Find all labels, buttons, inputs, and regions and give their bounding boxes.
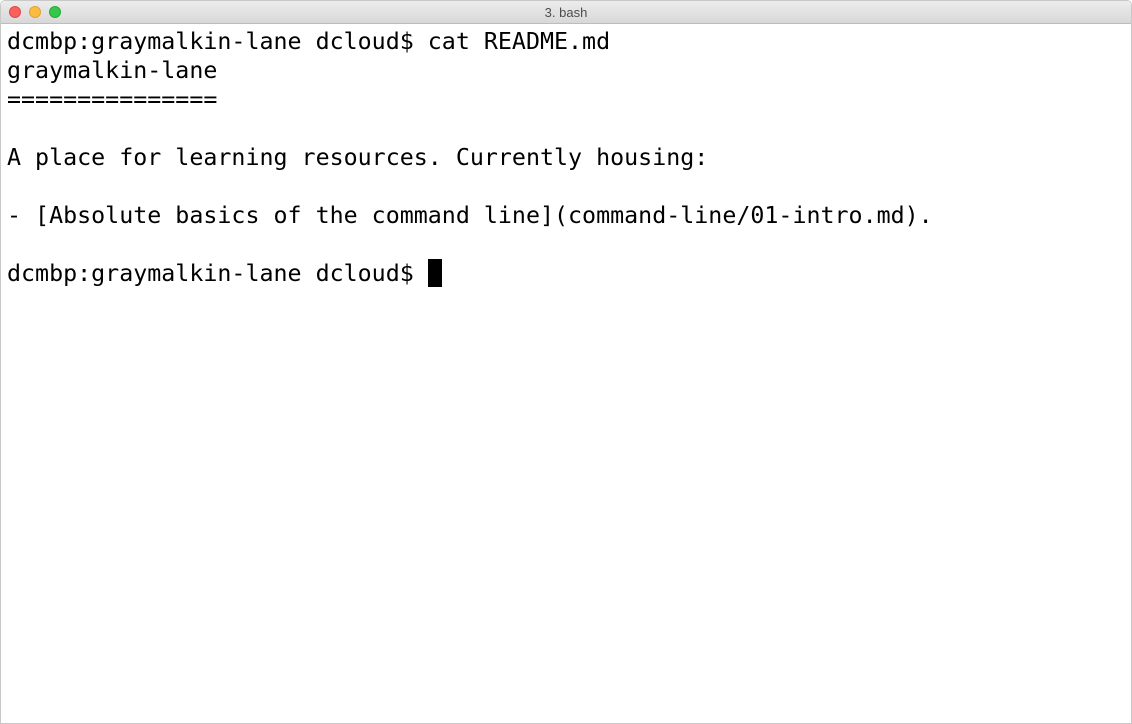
text-cursor <box>427 259 442 287</box>
prompt-line[interactable]: dcmbp:graymalkin-lane dcloud$ <box>7 259 933 288</box>
output-line: - [Absolute basics of the command line](… <box>7 202 933 229</box>
terminal-output[interactable]: dcmbp:graymalkin-lane dcloud$ cat README… <box>7 27 933 288</box>
output-line: =============== <box>7 86 218 113</box>
window-title: 3. bash <box>544 5 588 20</box>
title-bar: 3. bash <box>1 1 1131 24</box>
terminal-window: 3. bash dcmbp:graymalkin-lane dcloud$ ca… <box>0 0 1132 724</box>
shell-prompt: dcmbp:graymalkin-lane dcloud$ <box>7 260 428 287</box>
output-line: dcmbp:graymalkin-lane dcloud$ cat README… <box>7 28 611 55</box>
output-line: A place for learning resources. Currentl… <box>7 144 709 171</box>
output-line: graymalkin-lane <box>7 57 218 84</box>
